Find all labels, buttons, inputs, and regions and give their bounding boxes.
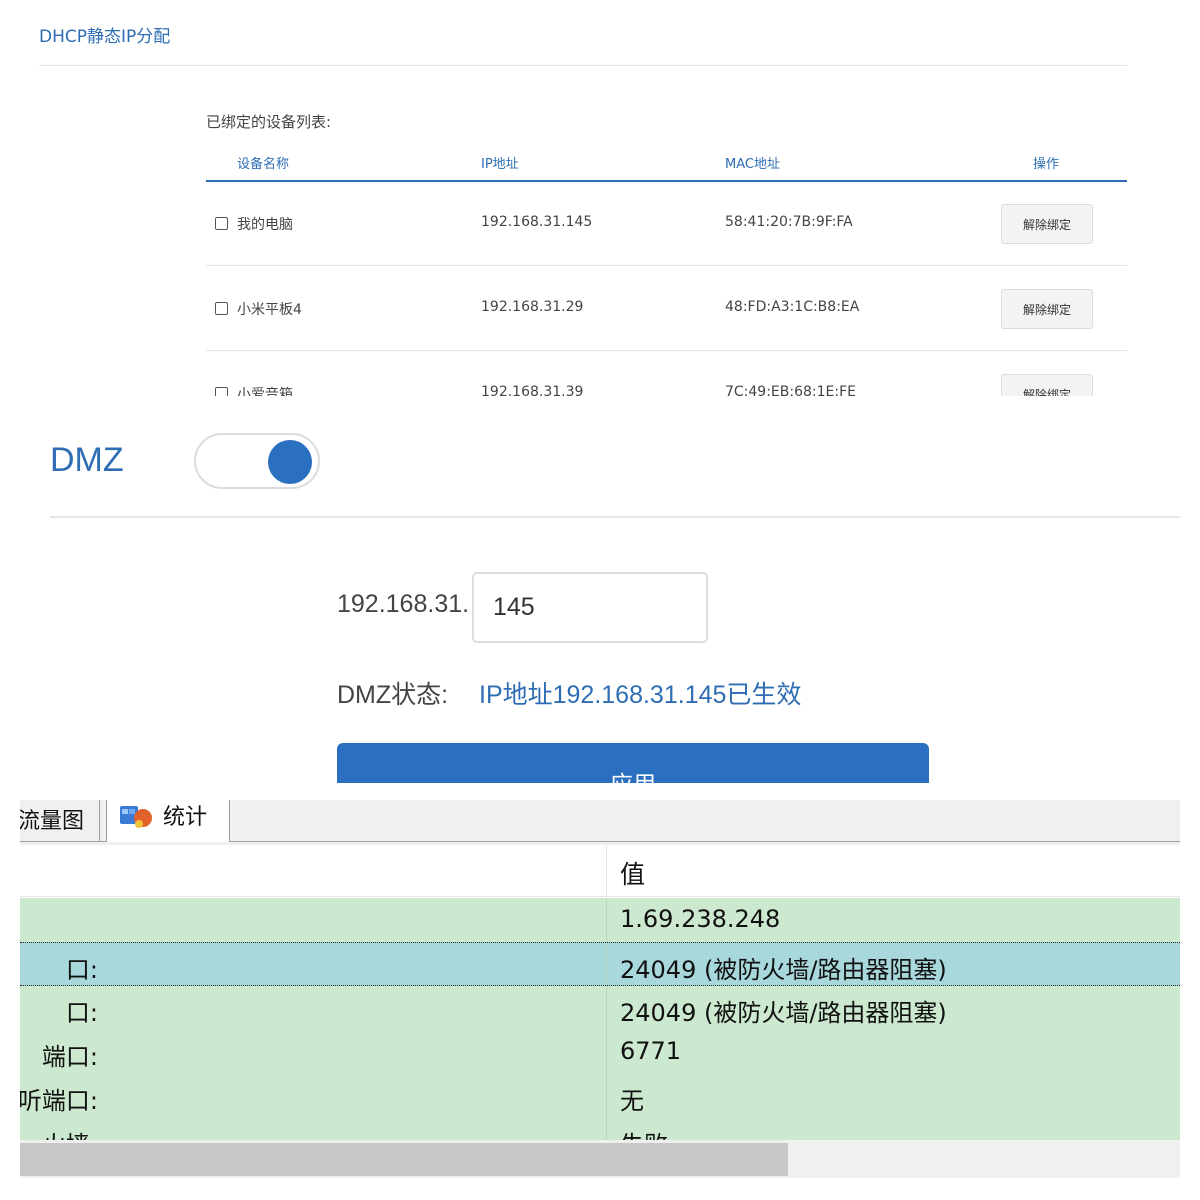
grid-row-name: 端口: xyxy=(41,1043,98,1071)
tab-label: 流量图 xyxy=(20,809,85,834)
apply-button-clip: 应用 xyxy=(337,743,929,783)
column-divider xyxy=(606,845,607,897)
row-divider xyxy=(206,265,1127,266)
column-header-device-name: 设备名称 xyxy=(237,157,290,172)
column-divider xyxy=(606,898,607,942)
column-header-value: 值 xyxy=(620,860,646,889)
dmz-title: DMZ xyxy=(50,441,124,479)
grid-row[interactable]: 1.69.238.248 xyxy=(20,898,1180,942)
table-row: 小爱音箱 192.168.31.39 7C:49:EB:68:1E:FE 解除绑… xyxy=(206,352,1127,396)
column-divider xyxy=(606,1118,607,1140)
tab-statistics[interactable]: 统计 xyxy=(106,800,230,842)
stats-icon xyxy=(120,806,152,828)
device-mac: 58:41:20:7B:9F:FA xyxy=(725,214,853,230)
grid-row-value: 无 xyxy=(620,1087,644,1115)
stats-window: 流量图 统计 值 1.69.238.248 口: 24049 (被防火墙/路由器… xyxy=(20,800,1180,1178)
dmz-ip-suffix-input[interactable] xyxy=(472,572,708,643)
unbind-button[interactable]: 解除绑定 xyxy=(1001,289,1093,329)
column-divider xyxy=(606,986,607,1030)
grid-header: 值 xyxy=(20,845,1180,897)
bound-device-list-label: 已绑定的设备列表: xyxy=(206,113,332,131)
column-header-ip: IP地址 xyxy=(481,157,519,172)
apply-button[interactable]: 应用 xyxy=(337,743,929,783)
column-divider xyxy=(606,1030,607,1074)
grid-row-value: 1.69.238.248 xyxy=(620,905,781,933)
grid-row-value: 24049 (被防火墙/路由器阻塞) xyxy=(620,956,947,984)
table-row: 小米平板4 192.168.31.29 48:FD:A3:1C:B8:EA 解除… xyxy=(206,267,1127,351)
device-name: 我的电脑 xyxy=(237,217,293,233)
column-divider xyxy=(606,943,607,985)
table-row: 我的电脑 192.168.31.145 58:41:20:7B:9F:FA 解除… xyxy=(206,182,1127,266)
device-ip: 192.168.31.145 xyxy=(481,214,593,230)
grid-row-value: 失败 xyxy=(620,1125,668,1140)
tab-strip: 流量图 统计 xyxy=(20,800,1180,842)
row-checkbox[interactable] xyxy=(215,387,228,396)
device-name: 小米平板4 xyxy=(237,302,302,318)
column-header-action: 操作 xyxy=(1033,157,1060,172)
page-title: DHCP静态IP分配 xyxy=(39,27,171,47)
column-header-mac: MAC地址 xyxy=(725,157,780,172)
unbind-button[interactable]: 解除绑定 xyxy=(1001,204,1093,244)
column-divider xyxy=(606,1074,607,1118)
grid-row-name: 口: xyxy=(65,956,98,984)
grid-row-name: 火墙: xyxy=(42,1125,98,1140)
grid-row-value: 6771 xyxy=(620,1037,682,1065)
unbind-button[interactable]: 解除绑定 xyxy=(1001,374,1093,396)
title-divider xyxy=(39,65,1127,66)
grid-row[interactable]: 火墙: 失败 xyxy=(20,1118,1180,1140)
dmz-status-label: DMZ状态: xyxy=(337,681,449,709)
grid-row[interactable]: 口: 24049 (被防火墙/路由器阻塞) xyxy=(20,986,1180,1030)
grid-row-value: 24049 (被防火墙/路由器阻塞) xyxy=(620,999,947,1027)
dmz-status-value: IP地址192.168.31.145已生效 xyxy=(479,681,802,709)
device-ip: 192.168.31.39 xyxy=(481,384,584,396)
device-mac: 7C:49:EB:68:1E:FE xyxy=(725,384,856,396)
device-ip: 192.168.31.29 xyxy=(481,299,584,315)
grid-row-selected[interactable]: 口: 24049 (被防火墙/路由器阻塞) xyxy=(20,942,1180,986)
grid-row[interactable]: 端口: 6771 xyxy=(20,1030,1180,1074)
row-checkbox[interactable] xyxy=(215,302,228,315)
grid-row-name: 口: xyxy=(65,999,98,1027)
stats-grid: 值 1.69.238.248 口: 24049 (被防火墙/路由器阻塞) 口: … xyxy=(20,845,1180,1140)
bound-device-table: 设备名称 IP地址 MAC地址 操作 我的电脑 192.168.31.145 5… xyxy=(206,140,1127,396)
horizontal-scrollbar[interactable] xyxy=(20,1143,1180,1176)
grid-row-name: 听端口: xyxy=(20,1087,98,1115)
scrollbar-thumb[interactable] xyxy=(20,1143,788,1176)
toggle-knob xyxy=(268,440,312,484)
grid-row[interactable]: 听端口: 无 xyxy=(20,1074,1180,1118)
tab-traffic-graph[interactable]: 流量图 xyxy=(20,800,100,841)
device-mac: 48:FD:A3:1C:B8:EA xyxy=(725,299,860,315)
device-name: 小爱音箱 xyxy=(237,387,293,396)
tab-label: 统计 xyxy=(163,805,208,830)
row-divider xyxy=(206,350,1127,351)
dmz-ip-prefix: 192.168.31. xyxy=(337,590,470,618)
dmz-divider xyxy=(50,516,1180,518)
row-checkbox[interactable] xyxy=(215,217,228,230)
dmz-toggle[interactable] xyxy=(194,433,320,489)
